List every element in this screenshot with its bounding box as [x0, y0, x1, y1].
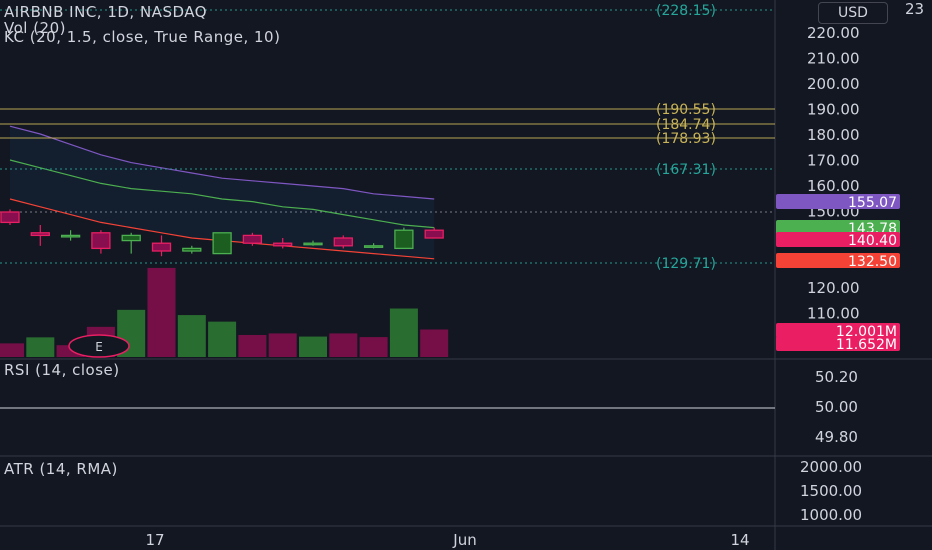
price-tick: 220.00 [807, 24, 860, 42]
atr-tick: 1000.00 [800, 506, 862, 524]
volume-bar [420, 329, 449, 357]
atr-tick: 2000.00 [800, 458, 862, 476]
rsi-tick: 50.00 [815, 398, 858, 416]
candle-body[interactable] [0, 211, 20, 224]
volume-bar [329, 333, 358, 357]
earnings-event-label: E [95, 340, 103, 354]
level-label: (129.71) [656, 256, 716, 272]
price-tick: 180.00 [807, 126, 860, 144]
candle-body[interactable] [394, 229, 414, 250]
candle-body[interactable] [363, 245, 384, 248]
price-badge-label: 11.652M [836, 337, 897, 353]
candle-body[interactable] [30, 232, 50, 237]
rsi-legend[interactable]: RSI (14, close) [4, 361, 120, 379]
volume-bar [299, 336, 327, 357]
candle-body[interactable] [121, 234, 141, 242]
time-tick: 17 [145, 531, 164, 549]
candle-body[interactable] [91, 232, 111, 250]
price-badge-label: 155.07 [848, 195, 897, 211]
volume-bars [0, 267, 449, 357]
candle-body[interactable] [424, 229, 444, 239]
volume-bar [238, 334, 267, 357]
volume-bar [208, 321, 237, 357]
price-tick: 120.00 [807, 279, 860, 297]
time-tick: Jun [452, 531, 476, 549]
candle-body[interactable] [242, 234, 263, 244]
price-tick: 110.00 [807, 305, 860, 323]
candle-body[interactable] [303, 242, 323, 246]
price-badge-label: 132.50 [848, 254, 897, 270]
atr-legend[interactable]: ATR (14, RMA) [4, 460, 118, 478]
candle-body[interactable] [151, 242, 172, 252]
candle-body[interactable] [333, 237, 353, 247]
price-tick: 170.00 [807, 152, 860, 170]
price-badge-label: 140.40 [848, 233, 897, 249]
candle-body[interactable] [60, 234, 81, 238]
atr-tick: 1500.00 [800, 482, 862, 500]
currency-button[interactable]: USD [818, 2, 888, 24]
candle-body[interactable] [273, 242, 293, 247]
price-chart[interactable]: (228.15)(190.55)(184.74)(178.93)(167.31)… [0, 0, 932, 550]
level-label: (190.55) [656, 102, 716, 118]
price-tick-top: 23 [905, 0, 924, 18]
earnings-event-marker[interactable]: E [68, 334, 130, 358]
time-tick: 14 [730, 531, 749, 549]
volume-bar [359, 337, 388, 357]
volume-bar [147, 267, 176, 357]
rsi-tick: 50.20 [815, 368, 858, 386]
price-tick: 200.00 [807, 75, 860, 93]
candle-body[interactable] [212, 232, 232, 255]
volume-bar [177, 315, 206, 357]
level-label: (228.15) [656, 3, 716, 19]
volume-bar [26, 337, 55, 357]
price-tick: 190.00 [807, 101, 860, 119]
volume-bar [0, 343, 24, 357]
level-label: (178.93) [656, 131, 716, 147]
level-label: (167.31) [656, 162, 716, 178]
kc-legend[interactable]: KC (20, 1.5, close, True Range, 10) [4, 28, 280, 46]
volume-bar [268, 333, 297, 357]
volume-bar [389, 308, 418, 357]
price-tick: 210.00 [807, 50, 860, 68]
price-tick: 160.00 [807, 177, 860, 195]
price-axis[interactable]: 23 220.00 210.00 200.00 190.00 180.00 170.00 16… [145, 0, 924, 549]
rsi-tick: 49.80 [815, 428, 858, 446]
candle-body[interactable] [182, 247, 202, 252]
